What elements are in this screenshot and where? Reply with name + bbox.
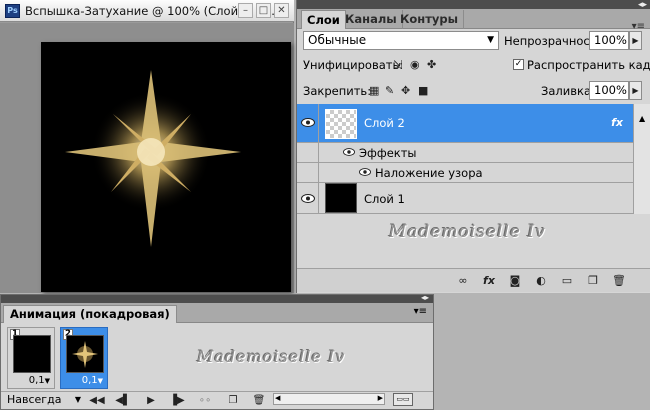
lock-all-icon[interactable]: ■ xyxy=(418,84,428,98)
previous-frame-icon[interactable]: ◀▌ xyxy=(115,394,131,408)
tab-paths[interactable]: Контуры xyxy=(395,10,465,29)
propagate-label: Распространить кадр 1 xyxy=(527,58,650,72)
effects-label: Эффекты xyxy=(359,146,417,160)
layers-list: Слой 2 fx Эффекты Наложение узора Слой 1… xyxy=(297,104,650,214)
animation-panel: ◂▸ Анимация (покадровая) ▾≡ 1 0,1▼ 2 0,1… xyxy=(0,293,434,410)
unify-style-icon[interactable]: ✤ xyxy=(427,58,436,72)
opacity-slider-button[interactable]: ▶ xyxy=(629,31,642,50)
new-group-icon[interactable]: ▭ xyxy=(559,273,575,288)
chevron-down-icon: ▼ xyxy=(44,377,50,385)
propagate-checkbox[interactable]: ✓ xyxy=(513,59,524,70)
panel-drag-strip[interactable]: ◂▸ xyxy=(1,293,433,303)
canvas-area[interactable] xyxy=(0,23,294,293)
tab-animation[interactable]: Анимация (покадровая) xyxy=(3,305,177,323)
add-mask-icon[interactable]: ◙ xyxy=(507,273,523,288)
animation-tab-bar: Анимация (покадровая) ▾≡ xyxy=(1,303,433,323)
lock-brush-icon[interactable]: ✎ xyxy=(385,84,394,98)
unify-label: Унифицировать: xyxy=(303,58,404,72)
blend-mode-select[interactable]: Обычные ▼ xyxy=(303,31,499,50)
chevron-down-icon: ▼ xyxy=(97,377,103,385)
tween-icon[interactable]: ∘∘ xyxy=(197,394,213,408)
eye-icon[interactable] xyxy=(359,168,371,176)
frames-scrollbar[interactable]: ◀ ▶ xyxy=(273,393,385,405)
scroll-left-icon[interactable]: ◀ xyxy=(275,394,280,402)
visibility-toggle[interactable] xyxy=(297,163,319,182)
watermark-signature: Mademoiselle Iv xyxy=(389,222,546,242)
frame-thumbnail[interactable] xyxy=(13,335,51,373)
visibility-toggle[interactable] xyxy=(297,183,319,213)
adjustment-layer-icon[interactable]: ◐ xyxy=(533,273,549,288)
layer-thumbnail[interactable] xyxy=(325,183,357,213)
watermark-signature: Mademoiselle Iv xyxy=(197,347,346,366)
first-frame-icon[interactable]: ◀◀ xyxy=(89,394,105,408)
layer-thumbnail[interactable] xyxy=(325,109,357,139)
unify-visibility-icon[interactable]: ◉ xyxy=(410,58,420,72)
play-icon[interactable]: ▶ xyxy=(143,394,159,408)
effect-item-row[interactable]: Наложение узора xyxy=(297,163,633,183)
frame-thumbnail[interactable] xyxy=(66,335,104,373)
eye-icon xyxy=(301,118,315,127)
new-layer-icon[interactable]: ❐ xyxy=(585,273,601,288)
scroll-up-icon[interactable]: ▲ xyxy=(639,114,645,123)
visibility-toggle[interactable] xyxy=(297,143,319,162)
layer-name[interactable]: Слой 1 xyxy=(364,192,405,206)
panel-collapse-icon[interactable]: ◂▸ xyxy=(421,293,429,302)
chevron-down-icon: ▼ xyxy=(74,395,81,404)
lock-move-icon[interactable]: ✥ xyxy=(401,84,410,98)
visibility-toggle[interactable] xyxy=(297,104,319,142)
layer-row-layer-1[interactable]: Слой 1 xyxy=(297,183,633,214)
chevron-down-icon: ▼ xyxy=(487,35,494,45)
layers-tab-bar: Слои Каналы Контуры ▾≡ xyxy=(297,9,650,32)
photoshop-icon: Ps xyxy=(5,4,20,18)
frame-delay[interactable]: 0,1▼ xyxy=(82,375,103,386)
delete-layer-icon[interactable]: 🗑 xyxy=(611,273,627,288)
lock-transparency-icon[interactable]: ▦ xyxy=(369,84,379,98)
duplicate-frame-icon[interactable]: ❐ xyxy=(225,394,241,408)
lock-label: Закрепить: xyxy=(303,84,372,98)
minimize-button[interactable]: – xyxy=(238,3,253,18)
delete-frame-icon[interactable]: 🗑 xyxy=(251,394,267,408)
panel-menu-icon[interactable]: ▾≡ xyxy=(414,306,427,317)
layer-row-layer-2[interactable]: Слой 2 fx xyxy=(297,104,633,143)
star-sparkle-image xyxy=(65,70,241,247)
convert-to-timeline-icon[interactable]: ▭▭ xyxy=(393,393,413,406)
eye-icon xyxy=(301,194,315,203)
layers-scrollbar[interactable]: ▲ xyxy=(633,104,650,214)
image-canvas[interactable] xyxy=(41,42,291,292)
star-thumbnail-image xyxy=(72,341,98,368)
fx-icon[interactable]: fx xyxy=(611,116,623,129)
next-frame-icon[interactable]: ▐▶ xyxy=(169,394,185,408)
fill-input[interactable]: 100% xyxy=(589,81,629,100)
maximize-button[interactable]: □ xyxy=(256,3,271,18)
link-layers-icon[interactable]: ∞ xyxy=(455,273,471,288)
tab-channels[interactable]: Каналы xyxy=(340,10,403,29)
unify-position-icon[interactable]: ⇲ xyxy=(393,58,402,72)
document-title-bar[interactable]: Ps Вспышка-Затухание @ 100% (Слой 2, R..… xyxy=(0,0,294,22)
layer-name[interactable]: Слой 2 xyxy=(364,116,405,130)
animation-frame-2[interactable]: 2 0,1▼ xyxy=(60,327,108,389)
fill-label: Заливка: xyxy=(541,84,595,98)
layers-footer-toolbar: ∞ fx ◙ ◐ ▭ ❐ 🗑 xyxy=(297,268,650,292)
close-button[interactable]: ✕ xyxy=(274,3,289,18)
document-window: Ps Вспышка-Затухание @ 100% (Слой 2, R..… xyxy=(0,0,294,293)
eye-icon[interactable] xyxy=(343,148,355,156)
layers-panel: ◂▸ Слои Каналы Контуры ▾≡ Обычные ▼ Непр… xyxy=(296,0,650,293)
effect-item-label: Наложение узора xyxy=(375,166,483,180)
animation-frame-1[interactable]: 1 0,1▼ xyxy=(7,327,55,389)
opacity-input[interactable]: 100% xyxy=(589,31,629,50)
frame-delay[interactable]: 0,1▼ xyxy=(29,375,50,386)
fill-slider-button[interactable]: ▶ xyxy=(629,81,642,100)
scroll-right-icon[interactable]: ▶ xyxy=(378,394,383,402)
panel-drag-strip[interactable]: ◂▸ xyxy=(297,0,650,10)
add-style-icon[interactable]: fx xyxy=(481,273,497,288)
loop-options-select[interactable]: Навсегда ▼ xyxy=(7,393,81,408)
effects-row[interactable]: Эффекты xyxy=(297,143,633,163)
